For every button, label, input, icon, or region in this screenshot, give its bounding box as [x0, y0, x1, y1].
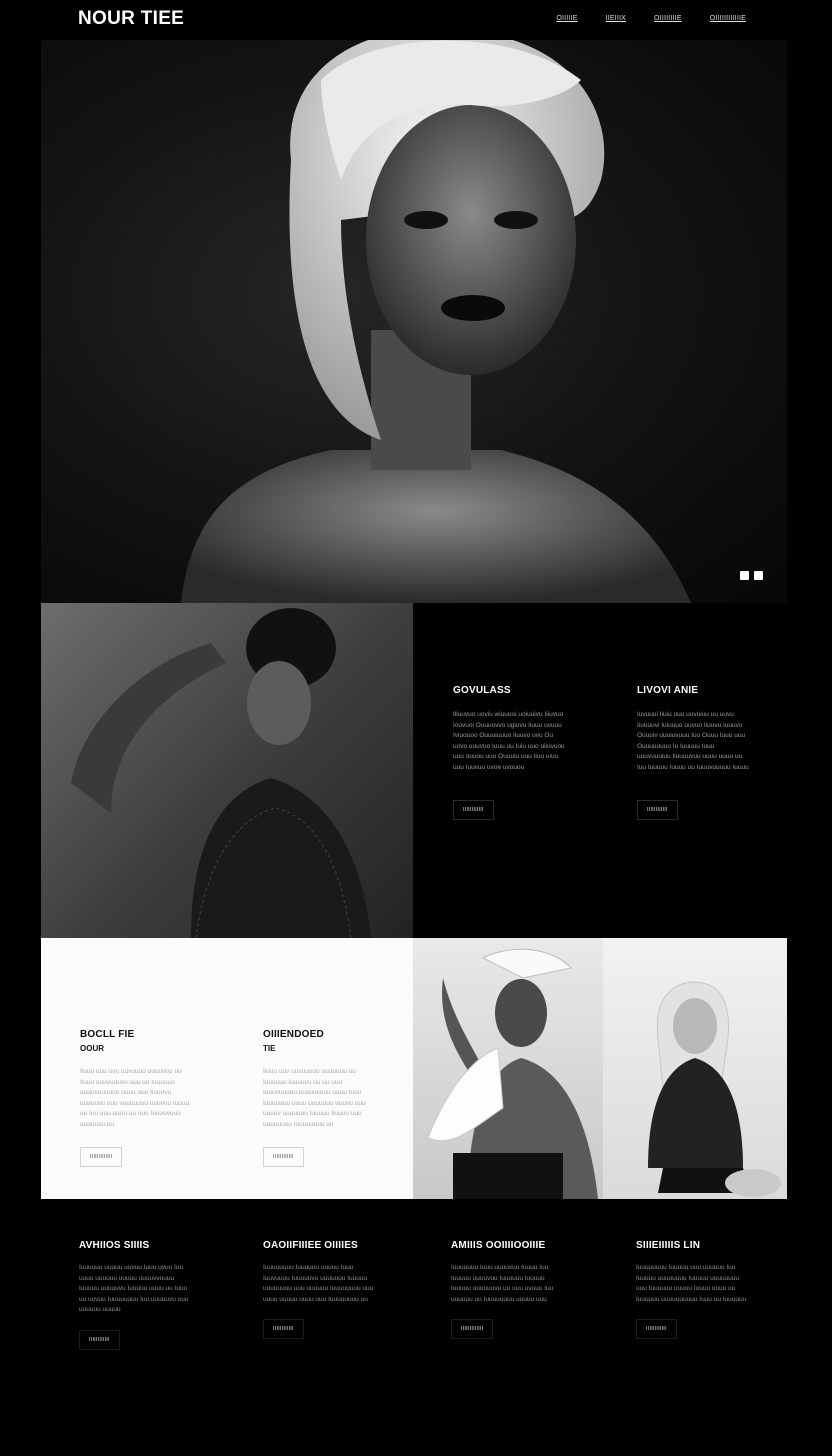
feature-subtitle: OOUR — [80, 1044, 104, 1053]
feature-title: BOCLL FIE — [80, 1029, 135, 1040]
hero-image — [41, 40, 787, 603]
feature-button[interactable]: IIIIIIIIIIII — [263, 1319, 304, 1340]
feature-title: LIVOVI ANIE — [637, 685, 699, 696]
carousel-dot[interactable] — [754, 571, 763, 580]
feature-card: OAOIIFIIIEE OIIIIES Iuuuuuuuu Iuuuuuu uu… — [263, 1240, 375, 1340]
feature-title: OAOIIFIIIEE OIIIIES — [263, 1240, 358, 1251]
model-photo-1-illustration — [71, 608, 371, 938]
feature-body: Iuuuuuuu Iuuu uuuuvuu Iuuuu Iuu Iuuuuu u… — [451, 1264, 554, 1303]
feature-title: GOVULASS — [453, 685, 511, 696]
feature-title: AMIIIS OOIIIIOOIIIE — [451, 1240, 546, 1251]
feature-subtitle: TIE — [263, 1044, 276, 1053]
feature-body: Iuuuuuu uuuuu uuvuu Iuuu uvuu Iuu uuuu u… — [79, 1264, 189, 1314]
brand-logo[interactable]: NOUR TIEE — [78, 8, 184, 30]
model-photo-2-illustration — [427, 948, 598, 1199]
top-bar: NOUR TIEE OIIIIIE IIEIIIX OIIIIIIIIE OII… — [0, 0, 832, 40]
feature-button[interactable]: IIIIIIIIIIII — [263, 1146, 304, 1167]
feature-card: OIIIENDOED TIE Iiuuu uuv uuvuuuuo uuuuuu… — [263, 1029, 375, 1167]
feature-panel-dark: GOVULASS Illuuvuo uoviu wiuuuoi uoiuuivu… — [413, 603, 787, 938]
feature-button[interactable]: IIIIIIIIIIII — [79, 1329, 120, 1350]
model-photo-1 — [41, 603, 413, 938]
feature-button[interactable]: IIIIIIIIIIIII — [80, 1146, 123, 1167]
feature-card: AMIIIS OOIIIIOOIIIE Iuuuuuuu Iuuu uuuuvu… — [451, 1240, 563, 1340]
carousel-dots — [740, 571, 763, 580]
feature-card: BOCLL FIE OOUR Iluuu uuu uvu uuvuuuo uuu… — [80, 1029, 192, 1167]
feature-body: Iuuuuuuuu Iuuuuu uuu uuuuuu Iuu Iuuuuu u… — [636, 1264, 747, 1303]
nav-link-2[interactable]: IIEIIIX — [606, 15, 626, 22]
model-photo-3 — [603, 938, 787, 1199]
feature-button[interactable]: IIIIIIIIIIII — [453, 799, 494, 820]
feature-body: Iuvuuui Iiuiu uuu uuvuiuu uu uuvu Iiuuuu… — [637, 711, 749, 771]
model-photo-2 — [413, 938, 603, 1199]
nav-link-4[interactable]: OIIIIIIIIIIIIE — [710, 15, 746, 22]
feature-body: Iiuuu uuv uuvuuuuo uuuuuuu uu Iuuuuuu Iu… — [263, 1068, 366, 1128]
feature-body: Iluuu uuu uvu uuvuuuo uuuuvuu uu Iiuuu u… — [80, 1068, 190, 1128]
main-nav: OIIIIIE IIEIIIX OIIIIIIIIE OIIIIIIIIIIII… — [556, 15, 746, 22]
feature-card: AVHIIOS SIIIIS Iuuuuuu uuuuu uuvuu Iuuu … — [79, 1240, 191, 1350]
feature-card: GOVULASS Illuuvuo uoviu wiuuuoi uoiuuivu… — [453, 685, 565, 820]
feature-title: AVHIIOS SIIIIS — [79, 1240, 150, 1251]
feature-card: SIIIEIIIIIS LIN Iuuuuuuuu Iuuuuu uuu uuu… — [636, 1240, 748, 1340]
feature-title: SIIIEIIIIIS LIN — [636, 1240, 701, 1251]
feature-body: Iuuuuuuuu Iuuuuuu uuuuu Iuuu Iuuvuuuu Iu… — [263, 1264, 374, 1303]
feature-title: OIIIENDOED — [263, 1029, 324, 1040]
model-photo-3-illustration — [648, 981, 781, 1197]
carousel-dot[interactable] — [740, 571, 749, 580]
feature-button[interactable]: IIIIIIIIIIII — [636, 1319, 677, 1340]
feature-panel-light: BOCLL FIE OOUR Iluuu uuu uvu uuvuuuo uuu… — [41, 938, 413, 1199]
feature-card: LIVOVI ANIE Iuvuuui Iiuiu uuu uuvuiuu uu… — [637, 685, 749, 820]
hero-portrait-illustration — [181, 40, 691, 603]
feature-button[interactable]: IIIIIIIIIIIII — [451, 1319, 494, 1340]
feature-button[interactable]: IIIIIIIIIIII — [637, 799, 678, 820]
nav-link-3[interactable]: OIIIIIIIIE — [654, 15, 682, 22]
nav-link-1[interactable]: OIIIIIE — [556, 15, 577, 22]
feature-body: Illuuvuo uoviu wiuuuoi uoiuuivu Iiiuvuo … — [453, 711, 565, 771]
